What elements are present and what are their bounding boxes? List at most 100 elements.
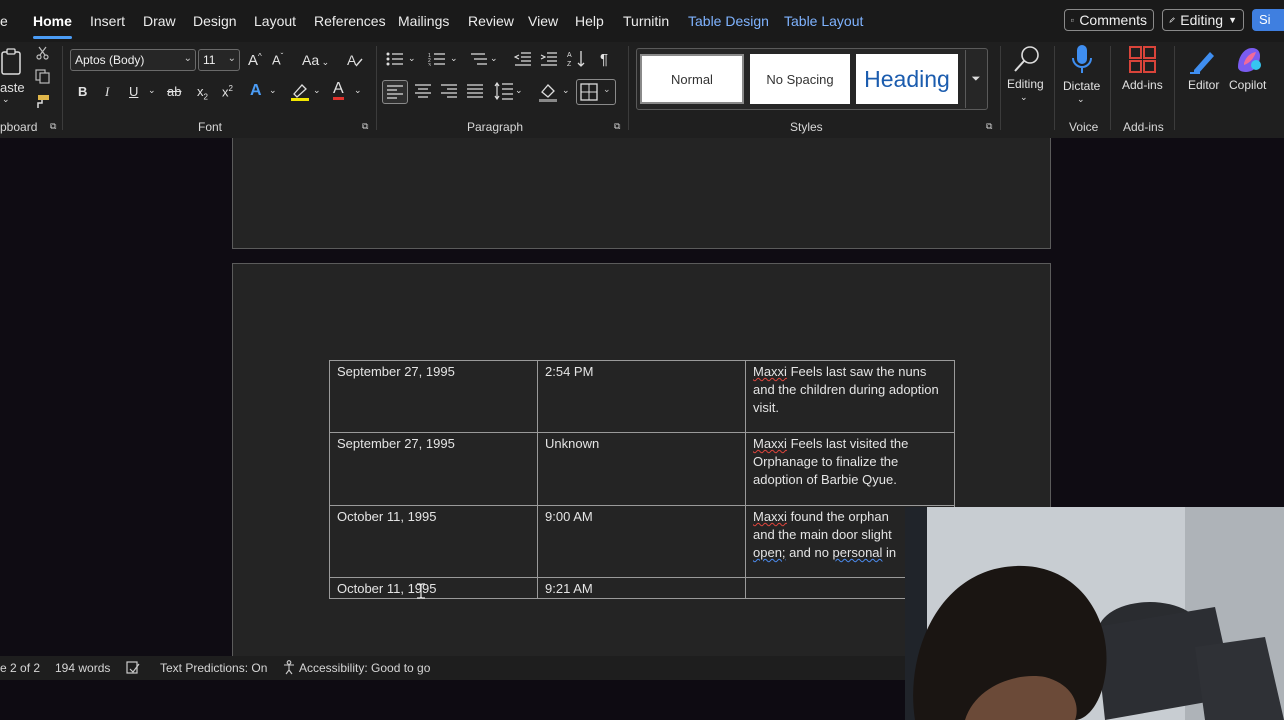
chevron-down-icon[interactable]: ⌄ bbox=[408, 53, 416, 64]
microphone-icon[interactable] bbox=[1070, 44, 1094, 76]
style-normal[interactable]: Normal bbox=[640, 54, 744, 104]
format-painter-icon[interactable] bbox=[34, 94, 50, 109]
font-color-button[interactable]: A bbox=[333, 80, 344, 100]
strikethrough-button[interactable]: ab bbox=[167, 84, 181, 99]
underline-button[interactable]: U bbox=[129, 84, 138, 99]
paragraph-launcher-icon[interactable]: ⧉ bbox=[614, 121, 620, 132]
chevron-down-icon[interactable]: ⌄ bbox=[2, 94, 10, 105]
numbering-icon[interactable]: 123 bbox=[428, 52, 446, 66]
clear-formatting-icon[interactable]: A bbox=[346, 52, 364, 68]
tab-help[interactable]: Help bbox=[575, 13, 604, 29]
align-center-icon[interactable] bbox=[414, 84, 432, 98]
change-case-button[interactable]: Aa ⌄ bbox=[302, 52, 329, 68]
paste-icon[interactable] bbox=[0, 48, 24, 78]
decrease-indent-icon[interactable] bbox=[514, 52, 532, 66]
grammar-flagged-word[interactable]: personal bbox=[833, 545, 883, 560]
show-formatting-marks-button[interactable]: ¶ bbox=[600, 51, 608, 68]
font-family-select[interactable]: Aptos (Body) ⌄ bbox=[70, 49, 196, 71]
chevron-down-icon[interactable]: ⌄ bbox=[354, 85, 362, 96]
style-heading[interactable]: Heading bbox=[856, 54, 958, 104]
sort-icon[interactable]: AZ bbox=[567, 50, 587, 68]
align-right-icon[interactable] bbox=[440, 84, 458, 98]
add-ins-label[interactable]: Add-ins bbox=[1122, 78, 1163, 92]
clipboard-launcher-icon[interactable]: ⧉ bbox=[50, 121, 56, 132]
chevron-down-icon[interactable]: ⌄ bbox=[148, 85, 156, 96]
tab-view[interactable]: View bbox=[528, 13, 558, 29]
table-row[interactable]: October 11, 1995 9:00 AM Maxxi found the… bbox=[329, 505, 955, 578]
tab-design[interactable]: Design bbox=[193, 13, 237, 29]
copilot-label[interactable]: Copilot bbox=[1229, 78, 1266, 92]
table-cell-date[interactable]: September 27, 1995 bbox=[329, 360, 538, 433]
tab-draw[interactable]: Draw bbox=[143, 13, 176, 29]
table-cell-event[interactable]: Maxxi Feels last visited the Orphanage t… bbox=[745, 432, 955, 506]
highlighter-icon[interactable] bbox=[290, 82, 310, 102]
justify-icon[interactable] bbox=[466, 84, 484, 98]
table-cell-time[interactable]: 2:54 PM bbox=[537, 360, 746, 433]
superscript-button[interactable]: x2 bbox=[222, 84, 233, 99]
multilevel-list-icon[interactable] bbox=[470, 52, 488, 66]
tab-file[interactable]: e bbox=[0, 13, 8, 29]
find-icon[interactable] bbox=[1012, 44, 1042, 74]
misspelled-word[interactable]: Maxxi bbox=[753, 436, 787, 451]
editor-icon[interactable] bbox=[1188, 46, 1218, 76]
table-cell-time[interactable]: 9:00 AM bbox=[537, 505, 746, 578]
tab-review[interactable]: Review bbox=[468, 13, 514, 29]
tab-table-layout[interactable]: Table Layout bbox=[784, 13, 863, 29]
table-row[interactable]: September 27, 1995 Unknown Maxxi Feels l… bbox=[329, 432, 955, 506]
proofing-icon[interactable] bbox=[126, 661, 140, 674]
table-cell-event[interactable]: Maxxi Feels last saw the nuns and the ch… bbox=[745, 360, 955, 433]
subscript-button[interactable]: x2 bbox=[197, 84, 208, 102]
editing-label[interactable]: Editing bbox=[1007, 77, 1044, 91]
table-cell-date[interactable]: October 11, 1995 bbox=[329, 577, 538, 599]
style-no-spacing[interactable]: No Spacing bbox=[750, 54, 850, 104]
dictate-label[interactable]: Dictate bbox=[1063, 79, 1100, 93]
copilot-icon[interactable] bbox=[1234, 45, 1266, 75]
chevron-down-icon[interactable]: ⌄ bbox=[490, 53, 498, 64]
page-1[interactable] bbox=[232, 138, 1051, 249]
chevron-down-icon[interactable]: ⌄ bbox=[450, 53, 458, 64]
bullets-icon[interactable] bbox=[386, 52, 404, 66]
copy-icon[interactable] bbox=[35, 69, 50, 84]
accessibility-status[interactable]: Accessibility: Good to go bbox=[299, 661, 430, 675]
shading-icon[interactable] bbox=[538, 82, 558, 102]
editor-label[interactable]: Editor bbox=[1188, 78, 1219, 92]
font-size-select[interactable]: 11 ⌄ bbox=[198, 49, 240, 71]
tab-table-design[interactable]: Table Design bbox=[688, 13, 769, 29]
italic-button[interactable]: I bbox=[105, 84, 109, 100]
comments-button[interactable]: Comments bbox=[1064, 9, 1154, 31]
tab-layout[interactable]: Layout bbox=[254, 13, 296, 29]
tab-insert[interactable]: Insert bbox=[90, 13, 125, 29]
table-cell-date[interactable]: October 11, 1995 bbox=[329, 505, 538, 578]
event-table[interactable]: September 27, 1995 2:54 PM Maxxi Feels l… bbox=[329, 360, 955, 599]
tab-turnitin[interactable]: Turnitin bbox=[623, 13, 669, 29]
grow-font-icon[interactable]: A^ bbox=[248, 52, 262, 69]
table-row[interactable]: September 27, 1995 2:54 PM Maxxi Feels l… bbox=[329, 360, 955, 433]
chevron-down-icon[interactable]: ⌄ bbox=[269, 85, 277, 96]
table-cell-time[interactable]: 9:21 AM bbox=[537, 577, 746, 599]
misspelled-word[interactable]: Maxxi bbox=[753, 509, 787, 524]
tab-mailings[interactable]: Mailings bbox=[398, 13, 449, 29]
text-effects-button[interactable]: A bbox=[250, 82, 262, 100]
chevron-down-icon[interactable]: ⌄ bbox=[1077, 94, 1085, 105]
chevron-down-icon[interactable]: ⌄ bbox=[313, 85, 321, 96]
text-predictions-status[interactable]: Text Predictions: On bbox=[160, 661, 267, 675]
bold-button[interactable]: B bbox=[78, 84, 87, 99]
chevron-down-icon[interactable]: ⌄ bbox=[562, 85, 570, 96]
cut-icon[interactable] bbox=[36, 46, 49, 60]
editing-mode-button[interactable]: Editing ▼ bbox=[1162, 9, 1244, 31]
align-left-button[interactable] bbox=[382, 80, 408, 104]
borders-button[interactable]: ⌄ bbox=[576, 79, 616, 105]
chevron-down-icon[interactable]: ⌄ bbox=[515, 85, 523, 96]
styles-more-button[interactable]: ⏷ bbox=[965, 50, 986, 108]
shrink-font-icon[interactable]: Aˇ bbox=[272, 52, 283, 67]
share-button[interactable]: Si bbox=[1252, 9, 1284, 31]
word-count[interactable]: 194 words bbox=[55, 661, 110, 675]
tab-home[interactable]: Home bbox=[33, 13, 72, 39]
table-cell-date[interactable]: September 27, 1995 bbox=[329, 432, 538, 506]
table-cell-time[interactable]: Unknown bbox=[537, 432, 746, 506]
chevron-down-icon[interactable]: ⌄ bbox=[1020, 92, 1028, 103]
tab-references[interactable]: References bbox=[314, 13, 386, 29]
page-count[interactable]: e 2 of 2 bbox=[0, 661, 40, 675]
line-spacing-icon[interactable] bbox=[494, 82, 514, 100]
add-ins-icon[interactable] bbox=[1129, 46, 1157, 74]
